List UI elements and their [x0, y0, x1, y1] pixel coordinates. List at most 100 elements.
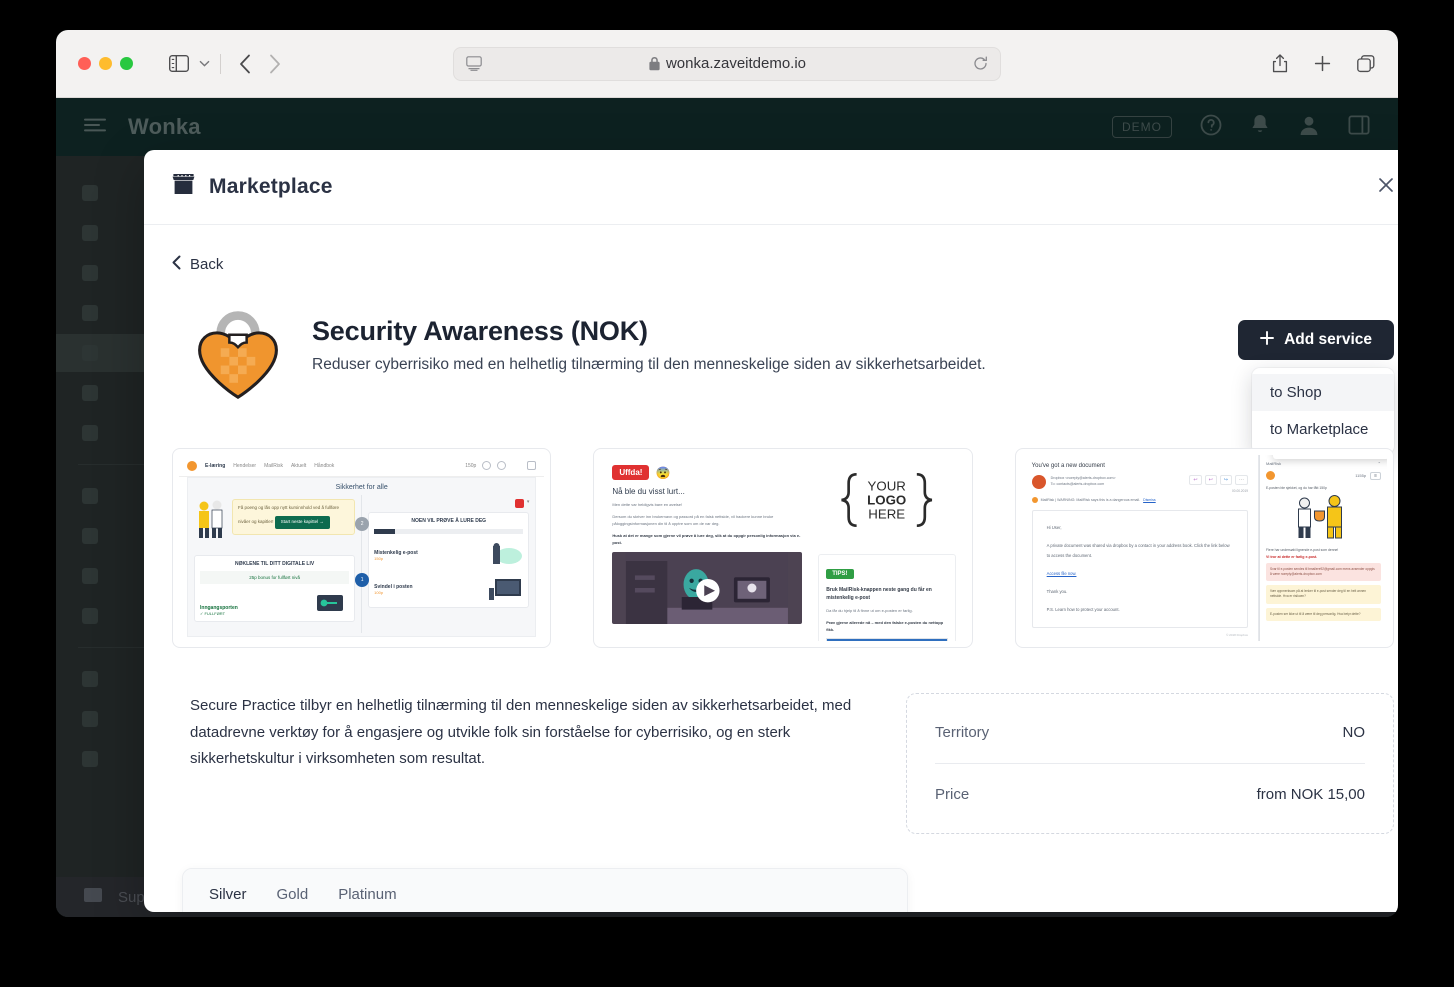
address-bar[interactable]: wonka.zaveitdemo.io	[453, 46, 1001, 81]
browser-back-button[interactable]	[239, 54, 251, 74]
mailrisk-warning: MailRisk | WARNING: MailRisk says this i…	[1040, 498, 1141, 502]
menu-icon: ≡	[1370, 471, 1381, 480]
reader-view-icon[interactable]	[466, 56, 482, 71]
app-brand: Wonka	[128, 114, 201, 139]
ticket-icon	[84, 888, 102, 906]
detail-row-territory: Territory NO	[935, 702, 1365, 763]
svg-text:HERE: HERE	[868, 507, 905, 522]
close-icon[interactable]	[1378, 177, 1394, 197]
chevron-down-icon[interactable]	[199, 60, 210, 67]
dismiss-link: Dismiss	[1143, 498, 1156, 502]
lower-section: Secure Practice tilbyr en helhetlig tiln…	[172, 693, 1394, 834]
sidebar-toggle-icon[interactable]	[169, 55, 189, 72]
tab-platinum[interactable]: Platinum	[338, 869, 396, 912]
step-badge-1: 1	[355, 573, 370, 587]
url-hostname: wonka.zaveitdemo.io	[665, 55, 807, 72]
reply-all-icon: ↩	[1204, 475, 1217, 485]
browser-toolbar: wonka.zaveitdemo.io	[56, 30, 1398, 98]
tips-panel: TIPS! Bruk MailRisk-knappen neste gang d…	[818, 554, 956, 641]
email-paragraph: A private document was shared via dropbo…	[1046, 543, 1230, 559]
share-icon[interactable]	[1272, 54, 1288, 73]
details-card: Territory NO Price from NOK 15,00	[906, 693, 1394, 834]
card-status: ✓ FULLFØRT	[200, 611, 226, 616]
menu-item-to-marketplace[interactable]: to Marketplace	[1252, 411, 1394, 448]
elearning-logo-icon	[187, 460, 197, 471]
help-icon[interactable]	[1200, 114, 1222, 141]
warning-icon	[1031, 497, 1038, 503]
nav-label: Håndbok	[314, 462, 335, 469]
add-service-container: Add service to Shop to Marketplace	[1238, 306, 1394, 454]
nav-label: E-læring	[205, 462, 226, 469]
sidebar-icon	[82, 528, 98, 544]
back-button[interactable]: Back	[172, 255, 1394, 274]
points-label: 150p	[465, 462, 477, 469]
logout-icon	[512, 461, 521, 470]
toolbar-divider	[220, 53, 221, 74]
people-illustration	[199, 500, 223, 538]
card-bonus: 25p bonus for fullført nivå	[200, 571, 350, 584]
product-tagline: Reduser cyberrisiko med en helhetlig til…	[312, 356, 986, 373]
floating-window-overlay	[1272, 455, 1387, 459]
book-icon[interactable]	[1348, 114, 1370, 140]
close-window-button[interactable]	[78, 57, 91, 70]
url-text-container: wonka.zaveitdemo.io	[482, 55, 973, 72]
screenshot-thumbnail-2[interactable]: Uffda! 😨 Nå ble du visst lurt... Men det…	[593, 448, 973, 648]
detail-value: from NOK 15,00	[1256, 786, 1365, 803]
minimize-window-button[interactable]	[99, 57, 112, 70]
your-logo-here-placeholder: YOUR LOGO HERE	[818, 469, 955, 536]
reload-icon[interactable]	[973, 56, 988, 71]
tab-overview-icon[interactable]	[1357, 54, 1376, 73]
tips-heading: Bruk MailRisk-knappen neste gang du får …	[826, 587, 932, 601]
add-service-button[interactable]: Add service	[1238, 320, 1394, 360]
plus-icon	[1260, 330, 1275, 350]
user-avatar-icon[interactable]	[1298, 114, 1320, 141]
page-title: Security Awareness (NOK)	[312, 316, 648, 346]
new-tab-icon[interactable]	[1314, 55, 1331, 72]
heart-padlock-icon	[190, 306, 286, 402]
sidebar-icon	[82, 385, 98, 401]
sidebar-icon	[82, 671, 98, 687]
tab-silver[interactable]: Silver	[209, 869, 247, 912]
screenshot-1-content: E-læring Hendelser MailRisk Aktuelt Hånd…	[179, 455, 545, 641]
chevron-down-icon: ▾	[526, 499, 530, 505]
tips-p2: Prøv gjerne allerede nå – med den falske…	[826, 620, 944, 632]
browser-forward-button[interactable]	[269, 54, 281, 74]
step-badge-2: 2	[355, 517, 370, 531]
tab-gold[interactable]: Gold	[277, 869, 309, 912]
nav-label: Aktuelt	[290, 462, 307, 469]
mailrisk-title: MailRisk	[1265, 461, 1282, 466]
mailrisk-intro: E-posten ble sjekket, og du har fått 150…	[1265, 486, 1327, 490]
plans-panel: Silver Gold Platinum NOK 15,00	[182, 868, 908, 912]
add-service-label: Add service	[1284, 331, 1372, 348]
right-card-title: NOEN VIL PRØVE Å LURE DEG	[411, 518, 487, 524]
sidebar-icon	[82, 711, 98, 727]
clock-icon	[482, 461, 492, 470]
hamburger-menu-icon[interactable]	[84, 118, 106, 137]
marketplace-modal: Marketplace Back Security Awareness (NOK…	[144, 150, 1398, 912]
traffic-lights[interactable]	[78, 57, 133, 70]
lesson-points: 100p	[374, 589, 384, 595]
sidebar-icon	[82, 305, 98, 321]
maximize-window-button[interactable]	[120, 57, 133, 70]
add-service-dropdown: to Shop to Marketplace	[1252, 368, 1394, 454]
nav-label: Hendelser	[233, 462, 257, 469]
gear-icon	[497, 461, 507, 470]
product-text: Security Awareness (NOK) Reduser cyberri…	[312, 306, 986, 374]
shocked-emoji-icon: 😨	[655, 465, 671, 480]
bell-icon[interactable]	[1250, 114, 1270, 141]
email-link: Access file now.	[1046, 571, 1077, 577]
email-footer: © 2018 Dropbox	[1226, 633, 1248, 638]
mailrisk-alert-3: E-posten ser ikke ut til å være til deg …	[1265, 607, 1381, 621]
sidebar-icon	[82, 345, 98, 361]
app-topbar-actions: DEMO	[1112, 114, 1370, 141]
screenshot-thumbnail-3[interactable]: You've got a new document Dropbox <norep…	[1014, 448, 1394, 648]
screenshot-thumbnail-1[interactable]: E-læring Hendelser MailRisk Aktuelt Hånd…	[172, 448, 552, 648]
modal-header: Marketplace	[144, 150, 1398, 225]
browser-toolbar-right	[1272, 54, 1376, 73]
sidebar-icon	[82, 265, 98, 281]
menu-item-to-shop[interactable]: to Shop	[1252, 374, 1394, 411]
app-topbar: Wonka DEMO	[56, 98, 1398, 156]
shot2-p2: Dersom du skriver inn brukernavn og pass…	[612, 514, 774, 526]
lesson-points: 150p	[374, 555, 384, 561]
shot2-heading: Nå ble du visst lurt...	[612, 487, 685, 496]
